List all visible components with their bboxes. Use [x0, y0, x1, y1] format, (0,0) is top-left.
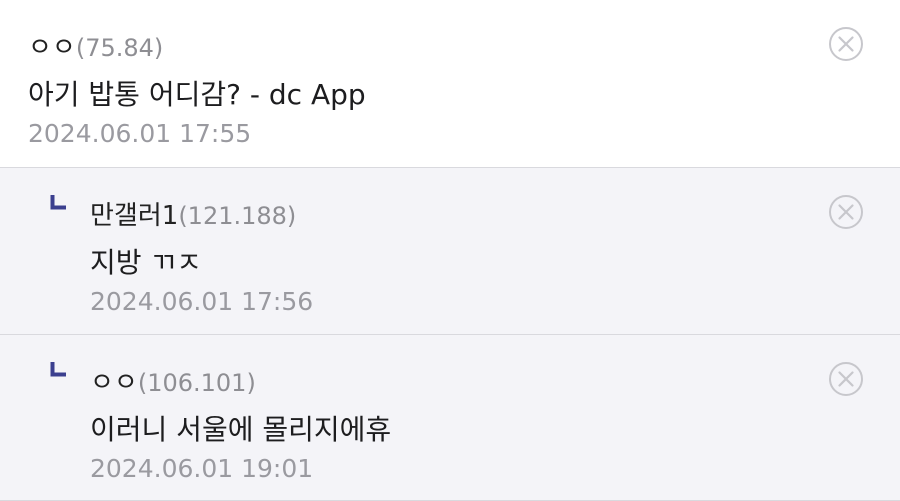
reply-nickname[interactable]: ㅇㅇ [90, 362, 138, 399]
reply-date: 2024.06.01 19:01 [90, 454, 314, 483]
comment-header: ㅇㅇ (75.84) [28, 27, 164, 64]
comment-list: ㅇㅇ (75.84) 아기 밥통 어디감? - dc App 2024.06.0… [0, 0, 900, 501]
comment-text: 아기 밥통 어디감? - dc App [28, 78, 366, 111]
reply-item: ㅇㅇ (106.101) 이러니 서울에 몰리지에휴 2024.06.01 19… [0, 335, 900, 501]
comment-item: ㅇㅇ (75.84) 아기 밥통 어디감? - dc App 2024.06.0… [0, 0, 900, 168]
delete-reply-icon[interactable] [828, 194, 864, 230]
reply-nickname[interactable]: 만갤러1 [90, 195, 178, 232]
delete-comment-icon[interactable] [828, 26, 864, 62]
delete-reply-icon[interactable] [828, 361, 864, 397]
reply-item: 만갤러1 (121.188) 지방 ㄲㅈ 2024.06.01 17:56 [0, 168, 900, 335]
reply-header: ㅇㅇ (106.101) [90, 362, 256, 399]
reply-date: 2024.06.01 17:56 [90, 287, 314, 316]
reply-ip: (106.101) [137, 369, 256, 397]
comment-date: 2024.06.01 17:55 [28, 119, 252, 148]
reply-corner-icon [50, 362, 66, 377]
reply-text: 이러니 서울에 몰리지에휴 [90, 413, 392, 446]
reply-text: 지방 ㄲㅈ [90, 246, 202, 279]
comment-nickname[interactable]: ㅇㅇ [28, 27, 76, 64]
reply-header: 만갤러1 (121.188) [90, 195, 297, 232]
reply-ip: (121.188) [178, 202, 297, 230]
reply-corner-icon [50, 195, 66, 210]
comment-ip: (75.84) [75, 34, 164, 62]
